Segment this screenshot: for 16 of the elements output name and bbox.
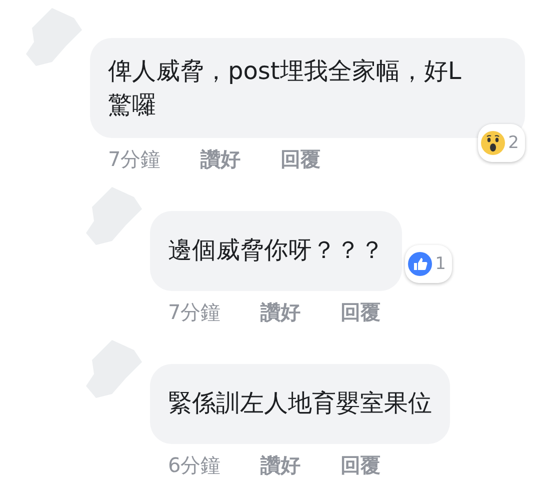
like-link[interactable]: 讚好 <box>260 452 301 479</box>
reaction-badge[interactable]: 1 <box>405 245 452 283</box>
reaction-badge[interactable]: 2 <box>478 124 525 162</box>
reply-link[interactable]: 回覆 <box>280 146 321 173</box>
wow-emoji-icon <box>481 131 506 155</box>
reaction-count: 1 <box>435 253 446 276</box>
thumbs-up-icon <box>408 252 432 276</box>
comment-time: 7分鐘 <box>168 299 221 326</box>
reaction-count: 2 <box>508 132 519 155</box>
like-link[interactable]: 讚好 <box>260 299 301 326</box>
reply-link[interactable]: 回覆 <box>340 452 381 479</box>
reply-link[interactable]: 回覆 <box>340 299 381 326</box>
comment-time: 6分鐘 <box>168 452 221 479</box>
comment-time: 7分鐘 <box>108 146 161 173</box>
comment-bubble: 緊係訓左人地育嬰室果位 <box>150 364 450 444</box>
like-link[interactable]: 讚好 <box>200 146 241 173</box>
